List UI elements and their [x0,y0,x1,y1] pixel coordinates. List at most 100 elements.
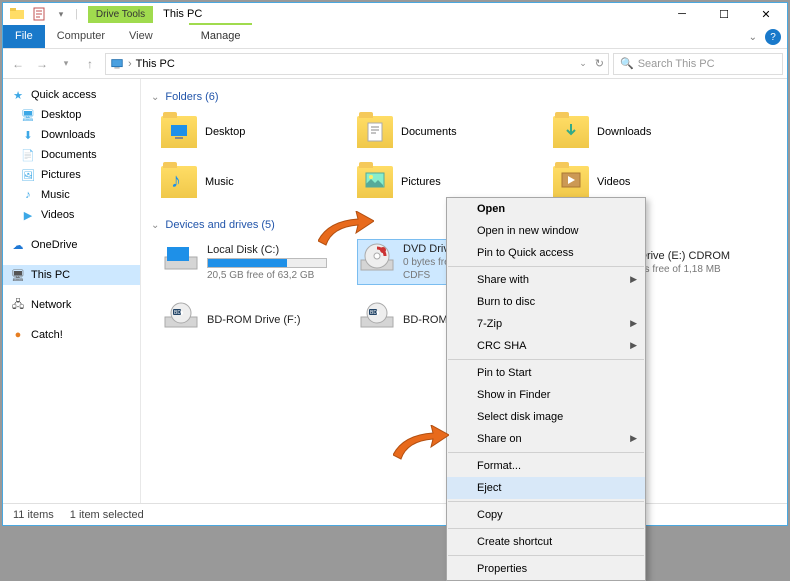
properties-icon[interactable] [31,6,47,22]
back-button[interactable]: ← [7,53,29,75]
folder-icon [553,166,589,198]
cm-7zip[interactable]: 7-Zip▶ [447,313,645,335]
bd-icon: BD [359,299,395,333]
sidebar-music[interactable]: ♪Music [3,185,140,205]
hdd-icon [163,241,199,275]
folder-downloads[interactable]: Downloads [553,111,743,153]
forward-button[interactable]: → [31,53,53,75]
cm-open[interactable]: Open [447,198,645,220]
cm-share-on[interactable]: Share on▶ [447,428,645,450]
titlebar: ▾ | Drive Tools This PC ─ ☐ ✕ [3,3,787,25]
callout-arrow-1 [318,211,374,251]
minimize-button[interactable]: ─ [661,3,703,25]
drive-free: 20,5 GB free of 63,2 GB [207,270,327,281]
drive-name: Local Disk (C:) [207,244,327,256]
svg-text:BD: BD [370,310,377,316]
drive-name: Drive (E:) CDROM [639,250,730,262]
folder-desktop[interactable]: Desktop [161,111,351,153]
onedrive-icon: ☁ [11,238,25,252]
folder-music[interactable]: ♪Music [161,161,351,203]
drive-name: BD-ROM Drive (F:) [207,314,301,326]
breadcrumb-label: This PC [136,58,175,70]
sidebar-quick-access[interactable]: ★Quick access [3,85,140,105]
folder-icon: ♪ [161,166,197,198]
submenu-arrow-icon: ▶ [630,340,637,351]
cm-pin-quick[interactable]: Pin to Quick access [447,242,645,264]
pictures-icon: 🖼 [21,168,35,182]
sidebar-network[interactable]: 🖧Network [3,295,140,315]
sidebar-catch[interactable]: ●Catch! [3,325,140,345]
address-bar: ← → ▾ ↑ › This PC ⌄ ↻ 🔍 Search This PC [3,49,787,79]
cm-show-finder[interactable]: Show in Finder [447,384,645,406]
file-tab[interactable]: File [3,25,45,48]
capacity-bar [207,258,327,268]
sidebar-onedrive[interactable]: ☁OneDrive [3,235,140,255]
search-placeholder: Search This PC [638,58,715,70]
breadcrumb[interactable]: › This PC ⌄ ↻ [105,53,609,75]
catch-icon: ● [11,328,25,342]
close-button[interactable]: ✕ [745,3,787,25]
sidebar-desktop[interactable]: 🖥Desktop [3,105,140,125]
submenu-arrow-icon: ▶ [630,274,637,285]
help-icon[interactable]: ? [765,29,781,45]
videos-icon: ▶ [21,208,35,222]
cm-properties[interactable]: Properties [447,558,645,580]
sidebar-documents[interactable]: 📄Documents [3,145,140,165]
submenu-arrow-icon: ▶ [630,433,637,444]
manage-tab[interactable]: Manage [189,23,253,48]
up-button[interactable]: ↑ [79,53,101,75]
ribbon: File Computer View Manage ⌄ ? [3,25,787,49]
cm-burn[interactable]: Burn to disc [447,291,645,313]
view-tab[interactable]: View [117,25,165,48]
callout-arrow-2 [393,425,449,465]
pc-icon [110,57,124,71]
status-items: 11 items [13,509,54,521]
drive-tools-tab[interactable]: Drive Tools [88,6,153,23]
downloads-icon: ⬇ [21,128,35,142]
cm-share-with[interactable]: Share with▶ [447,269,645,291]
sidebar: ★Quick access 🖥Desktop ⬇Downloads 📄Docum… [3,79,141,503]
cm-format[interactable]: Format... [447,455,645,477]
sidebar-downloads[interactable]: ⬇Downloads [3,125,140,145]
drive-free: es free of 1,18 MB [639,264,730,275]
cm-copy[interactable]: Copy [447,504,645,526]
svg-text:BD: BD [174,310,181,316]
bd-icon: BD [163,299,199,333]
sidebar-videos[interactable]: ▶Videos [3,205,140,225]
sidebar-pictures[interactable]: 🖼Pictures [3,165,140,185]
search-input[interactable]: 🔍 Search This PC [613,53,783,75]
folders-header[interactable]: Folders (6) [151,87,777,107]
cm-open-new-window[interactable]: Open in new window [447,220,645,242]
ribbon-collapse-icon[interactable]: ⌄ [749,32,757,43]
window-title: This PC [153,5,212,23]
cm-select-disk-image[interactable]: Select disk image [447,406,645,428]
explorer-icon [9,6,25,22]
folder-icon [553,116,589,148]
computer-tab[interactable]: Computer [45,25,117,48]
folder-icon [357,116,393,148]
qat-dropdown-icon[interactable]: ▾ [53,6,69,22]
folder-icon [357,166,393,198]
cm-create-shortcut[interactable]: Create shortcut [447,531,645,553]
pc-icon: 🖥 [11,268,25,282]
folder-icon [161,116,197,148]
cm-eject[interactable]: Eject [447,477,645,499]
explorer-window: ▾ | Drive Tools This PC ─ ☐ ✕ File Compu… [2,2,788,526]
quick-access-toolbar: ▾ | [3,6,78,22]
cm-crc-sha[interactable]: CRC SHA▶ [447,335,645,357]
status-bar: 11 items 1 item selected [3,503,787,525]
music-icon: ♪ [21,188,35,202]
folder-documents[interactable]: Documents [357,111,547,153]
search-icon: 🔍 [620,57,634,70]
title-tabs: Drive Tools This PC [88,5,212,23]
network-icon: 🖧 [11,298,25,312]
desktop-icon: 🖥 [21,108,35,122]
documents-icon: 📄 [21,148,35,162]
sidebar-this-pc[interactable]: 🖥This PC [3,265,140,285]
drive-bd-f[interactable]: BD BD-ROM Drive (F:) [161,297,351,343]
submenu-arrow-icon: ▶ [630,318,637,329]
maximize-button[interactable]: ☐ [703,3,745,25]
recent-dropdown[interactable]: ▾ [55,53,77,75]
status-selected: 1 item selected [70,509,144,521]
cm-pin-start[interactable]: Pin to Start [447,362,645,384]
